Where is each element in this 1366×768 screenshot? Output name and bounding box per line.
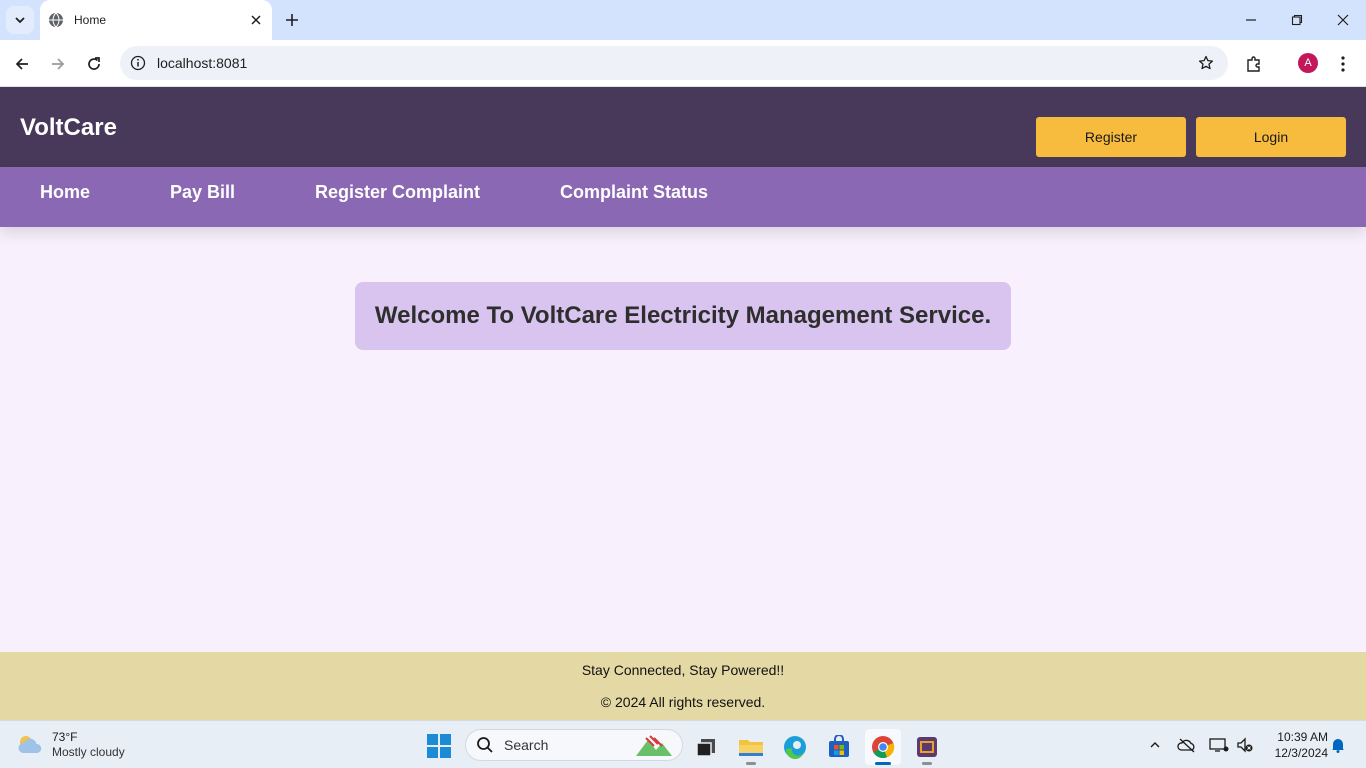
back-arrow-icon[interactable] <box>8 50 36 78</box>
nav-pay-bill[interactable]: Pay Bill <box>170 182 235 203</box>
welcome-heading: Welcome To VoltCare Electricity Manageme… <box>374 302 992 329</box>
task-view-icon[interactable] <box>688 729 724 765</box>
file-explorer-icon[interactable] <box>733 729 769 765</box>
running-indicator <box>922 762 932 765</box>
more-menu-icon[interactable] <box>1329 50 1357 78</box>
register-button[interactable]: Register <box>1036 117 1186 157</box>
network-icon[interactable] <box>1209 735 1229 755</box>
edge-browser-icon[interactable] <box>777 729 813 765</box>
browser-tab-home[interactable]: Home <box>40 0 272 40</box>
search-highlight-icon <box>636 735 672 756</box>
footer-tagline: Stay Connected, Stay Powered!! <box>581 662 785 678</box>
new-tab-plus-icon[interactable] <box>280 8 304 32</box>
url-text[interactable]: localhost:8081 <box>157 55 247 71</box>
site-logo[interactable]: VoltCare <box>20 114 117 142</box>
address-bar[interactable]: localhost:8081 <box>120 46 1228 80</box>
onedrive-offline-icon[interactable] <box>1177 735 1197 755</box>
os-taskbar: 73°F Mostly cloudy Search 10:39 AM 12/3/… <box>0 720 1366 768</box>
browser-toolbar: localhost:8081 <box>0 40 1366 87</box>
site-header: VoltCare Register Login <box>0 87 1366 167</box>
site-info-icon[interactable] <box>128 53 148 73</box>
profile-avatar[interactable]: A <box>1298 53 1318 73</box>
volume-muted-icon[interactable] <box>1235 735 1255 755</box>
nav-home[interactable]: Home <box>40 182 90 203</box>
microsoft-store-icon[interactable] <box>821 729 857 765</box>
welcome-banner: Welcome To VoltCare Electricity Manageme… <box>355 282 1011 350</box>
forward-arrow-icon[interactable] <box>44 50 72 78</box>
footer-copyright: © 2024 All rights reserved. <box>600 694 766 710</box>
notification-bell-icon[interactable] <box>1328 735 1348 755</box>
browser-tabstrip: Home <box>0 0 1366 40</box>
minimize-icon[interactable] <box>1237 6 1265 34</box>
cloudy-weather-icon <box>18 736 42 753</box>
tab-close-icon[interactable] <box>246 10 266 30</box>
clock-time: 10:39 AM <box>1277 730 1328 744</box>
system-clock[interactable]: 10:39 AM 12/3/2024 <box>1262 729 1328 761</box>
reload-icon[interactable] <box>80 50 108 78</box>
chevron-down-icon <box>15 17 25 24</box>
weather-temp: 73°F <box>52 730 78 744</box>
search-placeholder: Search <box>504 737 549 753</box>
weather-widget[interactable]: 73°F Mostly cloudy <box>16 729 125 761</box>
tab-title: Home <box>74 13 107 27</box>
clock-date: 12/3/2024 <box>1274 746 1328 760</box>
nav-complaint-status[interactable]: Complaint Status <box>560 182 708 203</box>
bookmark-star-icon[interactable] <box>1196 53 1216 73</box>
active-indicator <box>875 762 891 765</box>
weather-condition: Mostly cloudy <box>52 745 125 759</box>
tab-search-button[interactable] <box>6 6 34 34</box>
search-icon <box>477 737 493 753</box>
windows-start-icon[interactable] <box>426 733 452 759</box>
extensions-puzzle-icon[interactable] <box>1240 50 1268 78</box>
restore-icon[interactable] <box>1283 6 1311 34</box>
dev-tool-app-icon[interactable] <box>909 729 945 765</box>
login-button[interactable]: Login <box>1196 117 1346 157</box>
site-footer: Stay Connected, Stay Powered!! © 2024 Al… <box>0 652 1366 720</box>
globe-icon <box>48 12 64 28</box>
chrome-browser-icon[interactable] <box>865 729 901 765</box>
main-nav: Home Pay Bill Register Complaint Complai… <box>0 167 1366 227</box>
show-hidden-icons-chevron-up-icon[interactable] <box>1145 735 1165 755</box>
close-window-icon[interactable] <box>1329 6 1357 34</box>
taskbar-search[interactable]: Search <box>465 729 683 761</box>
nav-register-complaint[interactable]: Register Complaint <box>315 182 480 203</box>
running-indicator <box>746 762 756 765</box>
